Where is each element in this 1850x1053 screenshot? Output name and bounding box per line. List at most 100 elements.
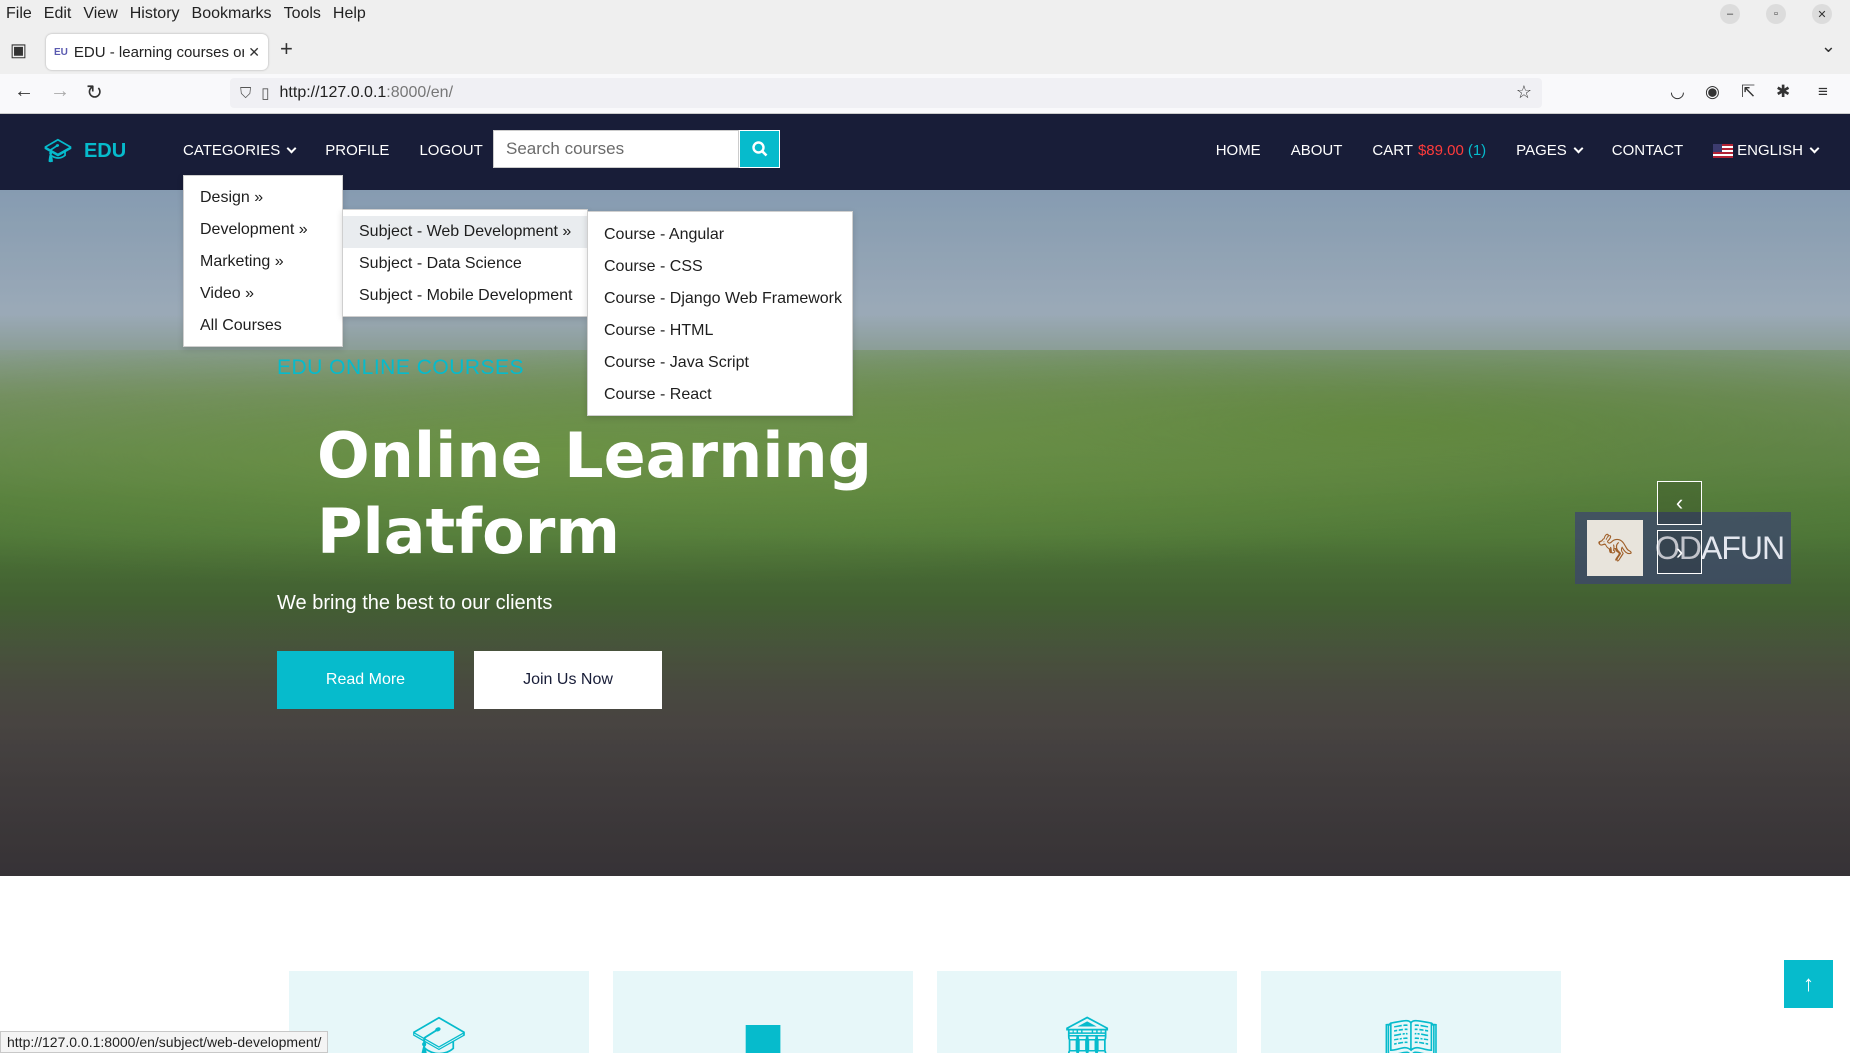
subject-item-web-development[interactable]: Subject - Web Development » <box>343 216 587 248</box>
nav-pages[interactable]: PAGES <box>1516 142 1584 159</box>
close-window-icon[interactable]: ✕ <box>1812 4 1832 24</box>
open-book-icon: 📖︎ <box>1383 1015 1439 1053</box>
category-item-design[interactable]: Design » <box>184 182 342 214</box>
course-item-react[interactable]: Course - React <box>588 379 852 411</box>
url-bar[interactable]: ⛉ ▯ http://127.0.0.1:8000/en/ ☆ <box>230 78 1542 108</box>
tab-list-icon[interactable]: ▣ <box>10 40 27 61</box>
nav-home[interactable]: HOME <box>1216 142 1261 159</box>
category-item-all-courses[interactable]: All Courses <box>184 310 342 342</box>
join-us-button[interactable]: Join Us Now <box>474 651 662 709</box>
nav-home-label: HOME <box>1215 142 1261 159</box>
search-button[interactable] <box>739 130 780 168</box>
chevron-down-icon <box>1809 143 1820 154</box>
status-bar-link: http://127.0.0.1:8000/en/subject/web-dev… <box>0 1031 329 1053</box>
subjects-dropdown: Subject - Web Development » Subject - Da… <box>342 209 588 317</box>
nav-logout[interactable]: LOGOUT <box>419 142 482 159</box>
menu-edit[interactable]: Edit <box>44 5 72 23</box>
hamburger-menu-icon[interactable]: ≡ <box>1818 82 1828 102</box>
course-item-django[interactable]: Course - Django Web Framework <box>588 283 852 315</box>
minimize-icon[interactable]: – <box>1720 4 1740 24</box>
menu-bookmarks[interactable]: Bookmarks <box>192 5 272 23</box>
hero-text: We bring the best to our clients <box>277 592 553 614</box>
graduation-cap-icon: 🎓︎ <box>411 1015 467 1053</box>
browser-menubar: File Edit View History Bookmarks Tools H… <box>0 0 1850 28</box>
menu-file[interactable]: File <box>6 5 32 23</box>
service-card[interactable]: 📖︎ <box>1261 971 1561 1053</box>
courses-dropdown: Course - Angular Course - CSS Course - D… <box>587 211 853 416</box>
chevron-right-icon: › <box>1675 539 1684 564</box>
menu-history[interactable]: History <box>130 5 180 23</box>
nav-profile[interactable]: PROFILE <box>325 142 389 159</box>
cart-count: (1) <box>1467 142 1487 159</box>
browser-tab[interactable]: EU EDU - learning courses or ✕ <box>46 34 268 70</box>
course-item-javascript[interactable]: Course - Java Script <box>588 347 852 379</box>
service-card[interactable]: 🏛︎ <box>937 971 1237 1053</box>
tab-title: EDU - learning courses or <box>73 43 245 61</box>
back-to-top-button[interactable]: ↑ <box>1784 960 1833 1008</box>
extensions-icon[interactable]: ⇱ <box>1741 82 1755 102</box>
close-tab-icon[interactable]: ✕ <box>248 44 260 61</box>
hero-title: Online Learning Platform <box>317 419 873 568</box>
forward-icon[interactable]: → <box>50 80 70 103</box>
service-card[interactable]: ▆ <box>613 971 913 1053</box>
shield-icon[interactable]: ⛉ <box>240 85 251 102</box>
carousel-next-button[interactable]: › <box>1657 530 1702 574</box>
menu-help[interactable]: Help <box>333 5 366 23</box>
category-item-marketing[interactable]: Marketing » <box>184 246 342 278</box>
carousel-prev-button[interactable]: ‹ <box>1657 481 1702 525</box>
course-item-html[interactable]: Course - HTML <box>588 315 852 347</box>
graduation-cap-icon: 🎓︎ <box>44 138 72 163</box>
maximize-icon[interactable]: ▫ <box>1766 4 1786 24</box>
right-nav: HOME ABOUT CART $89.00 (1) PAGES CONTACT… <box>1186 142 1820 159</box>
window-controls: – ▫ ✕ <box>1720 4 1844 24</box>
nav-categories[interactable]: CATEGORIES <box>183 142 297 159</box>
category-item-video[interactable]: Video » <box>184 278 342 310</box>
page-icon: ▯ <box>261 85 270 102</box>
subject-item-data-science[interactable]: Subject - Data Science <box>343 248 587 280</box>
logo-text: EDU <box>83 139 127 162</box>
menu-tools[interactable]: Tools <box>284 5 321 23</box>
main-nav: CATEGORIES PROFILE LOGOUT <box>183 142 513 159</box>
book-icon: ▆ <box>746 1014 780 1053</box>
new-tab-icon[interactable]: + <box>280 36 293 62</box>
nav-about-label: ABOUT <box>1290 142 1343 159</box>
nav-profile-label: PROFILE <box>325 142 390 159</box>
site-logo[interactable]: 🎓︎ EDU <box>44 138 126 164</box>
browser-tabbar: ▣ EU EDU - learning courses or ✕ + ⌄ <box>0 28 1850 74</box>
back-icon[interactable]: ← <box>14 80 34 103</box>
addon-icon[interactable]: ✱ <box>1776 82 1790 102</box>
pocket-icon[interactable]: ◡ <box>1670 82 1685 102</box>
language-selector[interactable]: ENGLISH <box>1713 142 1820 159</box>
course-item-css[interactable]: Course - CSS <box>588 251 852 283</box>
bookmark-star-icon[interactable]: ☆ <box>1516 82 1532 103</box>
browser-navbar: ← → ↻ ⛉ ▯ http://127.0.0.1:8000/en/ ☆ ◡ … <box>0 74 1850 114</box>
tabs-overflow-icon[interactable]: ⌄ <box>1821 36 1836 57</box>
subject-item-mobile-development[interactable]: Subject - Mobile Development <box>343 280 587 312</box>
chevron-down-icon <box>286 143 297 154</box>
nav-about[interactable]: ABOUT <box>1291 142 1343 159</box>
nav-contact-label: CONTACT <box>1611 142 1684 159</box>
url-host: http://127.0.0.1 <box>279 84 387 101</box>
category-item-development[interactable]: Development » <box>184 214 342 246</box>
nav-pages-label: PAGES <box>1516 142 1567 159</box>
search-input[interactable] <box>493 130 739 168</box>
favicon-icon: EU <box>54 46 68 58</box>
nav-categories-label: CATEGORIES <box>183 142 281 159</box>
cart-amount: $89.00 <box>1417 142 1464 159</box>
chevron-down-icon <box>1573 143 1584 154</box>
search-form <box>493 130 780 168</box>
url-path: :8000/en/ <box>386 84 454 101</box>
language-label: ENGLISH <box>1737 142 1803 159</box>
nav-cart[interactable]: CART $89.00 (1) <box>1372 142 1486 159</box>
categories-dropdown: Design » Development » Marketing » Video… <box>183 175 343 347</box>
read-more-button[interactable]: Read More <box>277 651 454 709</box>
nav-logout-label: LOGOUT <box>419 142 483 159</box>
course-item-angular[interactable]: Course - Angular <box>588 219 852 251</box>
hero-subtitle: EDU ONLINE COURSES <box>277 356 525 379</box>
service-card[interactable]: 🎓︎ <box>289 971 589 1053</box>
nav-contact[interactable]: CONTACT <box>1612 142 1683 159</box>
menu-view[interactable]: View <box>83 5 117 23</box>
chevron-left-icon: ‹ <box>1675 490 1684 515</box>
account-icon[interactable]: ◉ <box>1705 82 1720 102</box>
reload-icon[interactable]: ↻ <box>86 80 103 105</box>
